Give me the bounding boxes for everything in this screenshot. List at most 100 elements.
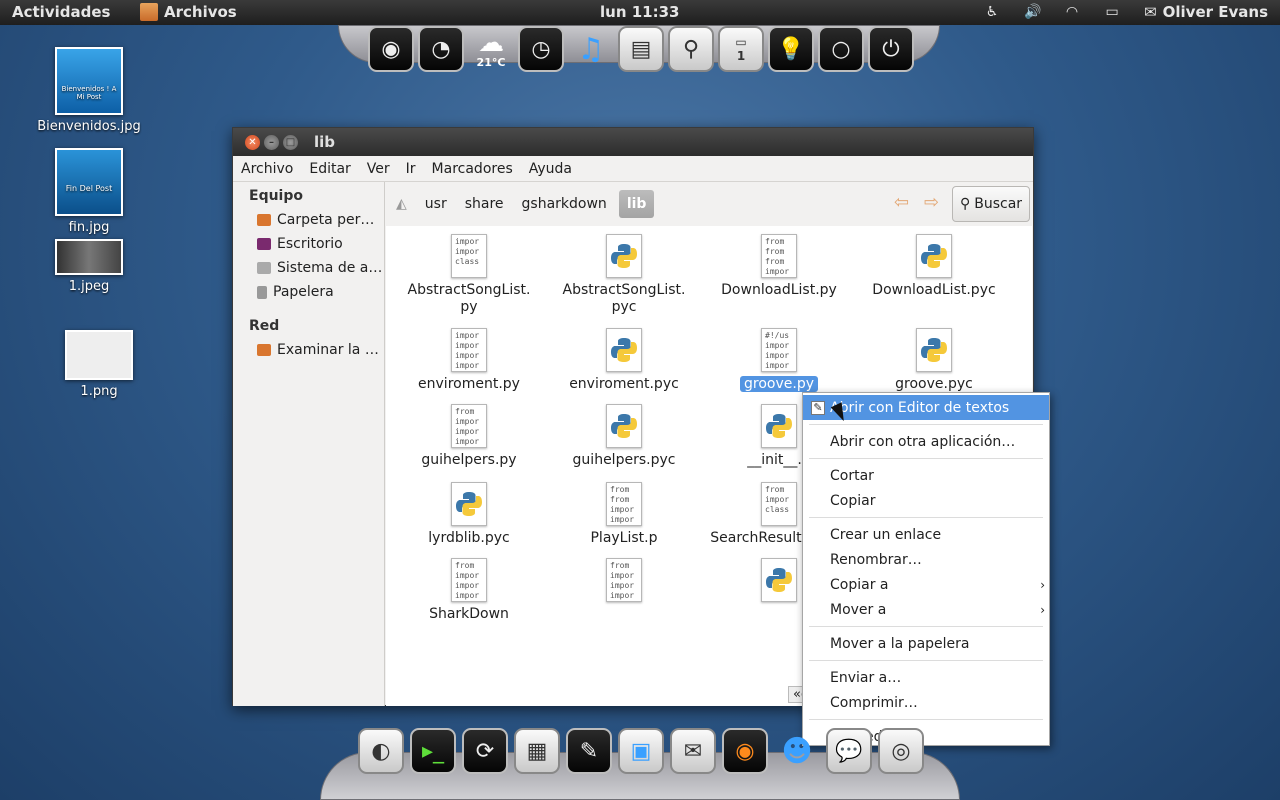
- menu-compress[interactable]: Comprimir…: [803, 690, 1049, 715]
- user-menu[interactable]: ✉ Oliver Evans: [1144, 3, 1268, 21]
- file-item[interactable]: DownloadList.pyc: [859, 234, 1009, 299]
- file-item[interactable]: impor impor class AbstractSongList. py: [394, 234, 544, 316]
- file-item[interactable]: from from impor impor PlayList.p: [549, 482, 699, 547]
- close-icon[interactable]: ✕: [245, 134, 260, 150]
- menu-move-to-trash[interactable]: Mover a la papelera: [803, 631, 1049, 656]
- camera-icon[interactable]: ◎: [878, 728, 924, 774]
- window-titlebar[interactable]: ✕ – □ lib: [233, 128, 1033, 156]
- desktop-icon-fin[interactable]: Fin Del Post fin.jpg: [34, 148, 144, 235]
- menu-create-link[interactable]: Crear un enlace: [803, 522, 1049, 547]
- menu-rename[interactable]: Renombrar…: [803, 547, 1049, 572]
- sidebar-item-home[interactable]: Carpeta per…: [233, 208, 384, 232]
- file-item[interactable]: AbstractSongList. pyc: [549, 234, 699, 316]
- file-item[interactable]: from from from impor DownloadList.py: [704, 234, 854, 299]
- activities-button[interactable]: Actividades: [12, 3, 110, 21]
- clock-icon[interactable]: ◷: [518, 26, 564, 72]
- volume-icon[interactable]: 🔊: [1024, 4, 1041, 20]
- menu-cut[interactable]: Cortar: [803, 463, 1049, 488]
- menu-send-to[interactable]: Enviar a…: [803, 665, 1049, 690]
- file-name: SharkDown: [429, 606, 509, 622]
- maximize-icon[interactable]: □: [283, 134, 298, 150]
- file-item[interactable]: from impor impor impor guihelpers.py: [394, 404, 544, 469]
- file-item[interactable]: #!/us impor impor impor groove.py: [704, 328, 854, 393]
- music-icon[interactable]: ♫: [568, 26, 614, 72]
- sidebar-item-desktop[interactable]: Escritorio: [233, 232, 384, 256]
- app-menu-button[interactable]: Archivos: [140, 3, 237, 21]
- menu-item-label: Mover a: [830, 601, 887, 618]
- chat-status-icon: ✉: [1144, 3, 1157, 21]
- file-item[interactable]: groove.pyc: [859, 328, 1009, 393]
- file-item[interactable]: lyrdblib.pyc: [394, 482, 544, 547]
- menu-move-to[interactable]: Mover a ›: [803, 597, 1049, 622]
- wifi-icon[interactable]: ◠: [1064, 4, 1080, 20]
- file-preview-line: impor: [455, 351, 480, 360]
- image-viewer-icon[interactable]: ▣: [618, 728, 664, 774]
- menu-ayuda[interactable]: Ayuda: [521, 161, 580, 177]
- file-item[interactable]: from impor impor impor SharkDown: [394, 558, 544, 623]
- forward-arrow-icon[interactable]: ⇨: [924, 192, 939, 213]
- crumb-usr[interactable]: usr: [417, 190, 455, 218]
- menu-ver[interactable]: Ver: [359, 161, 398, 177]
- weather-temp: 21°C: [476, 55, 506, 69]
- crumb-share[interactable]: share: [457, 190, 512, 218]
- file-preview-line: impor: [455, 427, 480, 436]
- circle-icon[interactable]: ○: [818, 26, 864, 72]
- weather-icon[interactable]: ☁ 21°C: [468, 26, 514, 72]
- workspace-icon[interactable]: ▭ 1: [718, 26, 764, 72]
- sidebar-item-network[interactable]: Examinar la …: [233, 338, 384, 362]
- search-icon[interactable]: ⚲: [668, 26, 714, 72]
- file-item[interactable]: guihelpers.pyc: [549, 404, 699, 469]
- firefox-icon[interactable]: ◉: [722, 728, 768, 774]
- desktop-icon-1png[interactable]: 1.png: [44, 330, 154, 399]
- robot-icon[interactable]: ☻: [774, 728, 820, 774]
- file-preview-line: impor: [455, 417, 480, 426]
- file-preview-line: from: [765, 257, 785, 266]
- file-name: DownloadList.py: [721, 282, 837, 298]
- chat-icon[interactable]: 💬: [826, 728, 872, 774]
- desktop-icon-1jpeg[interactable]: 1.jpeg: [34, 239, 144, 294]
- menu-copy-to[interactable]: Copiar a ›: [803, 572, 1049, 597]
- clock[interactable]: lun 11:33: [600, 3, 679, 21]
- sidebar-item-label: Sistema de a…: [277, 260, 383, 276]
- paint-icon[interactable]: ✎: [566, 728, 612, 774]
- files-icon[interactable]: ▦: [514, 728, 560, 774]
- chevron-right-icon: ›: [1040, 602, 1045, 617]
- speaker-icon[interactable]: ◉: [368, 26, 414, 72]
- mail-icon[interactable]: ✉: [670, 728, 716, 774]
- python-source-icon: impor impor impor impor: [451, 328, 487, 372]
- crumb-lib[interactable]: lib: [618, 190, 655, 218]
- menu-editar[interactable]: Editar: [301, 161, 358, 177]
- lightbulb-icon[interactable]: 💡: [768, 26, 814, 72]
- file-item[interactable]: fromimporimporimpor: [549, 558, 699, 606]
- desktop-icon-bienvenidos[interactable]: Bienvenidos ! A Mi Post Bienvenidos.jpg: [34, 47, 144, 134]
- power-icon[interactable]: ⏻: [868, 26, 914, 72]
- crumb-gsharkdown[interactable]: gsharkdown: [514, 190, 615, 218]
- document-icon[interactable]: ▤: [618, 26, 664, 72]
- menu-copy[interactable]: Copiar: [803, 488, 1049, 513]
- file-item[interactable]: impor impor impor impor enviroment.py: [394, 328, 544, 393]
- battery-icon[interactable]: ▭: [1104, 4, 1120, 20]
- search-button[interactable]: ⚲ Buscar: [952, 186, 1030, 222]
- update-icon[interactable]: ⟳: [462, 728, 508, 774]
- file-name: groove.pyc: [895, 376, 973, 392]
- gauge-icon[interactable]: ◔: [418, 26, 464, 72]
- menu-ir[interactable]: Ir: [398, 161, 424, 177]
- file-preview-line: impor: [765, 495, 790, 504]
- menu-archivo[interactable]: Archivo: [233, 161, 301, 177]
- sidebar-item-trash[interactable]: Papelera: [233, 280, 384, 304]
- gimp-icon[interactable]: ◐: [358, 728, 404, 774]
- file-item[interactable]: enviroment.pyc: [549, 328, 699, 393]
- menu-open-with-other[interactable]: Abrir con otra aplicación…: [803, 429, 1049, 454]
- app-menu-label: Archivos: [164, 3, 237, 21]
- files-app-icon: [140, 3, 158, 21]
- drive-crumb-icon[interactable]: ◭: [388, 190, 415, 218]
- desktop-thumb: Bienvenidos ! A Mi Post: [55, 47, 123, 115]
- menu-marcadores[interactable]: Marcadores: [424, 161, 521, 177]
- sidebar-item-filesystem[interactable]: Sistema de a…: [233, 256, 384, 280]
- back-arrow-icon[interactable]: ⇦: [894, 192, 909, 213]
- cloud-icon: ☁: [478, 27, 504, 58]
- minimize-icon[interactable]: –: [264, 134, 279, 150]
- accessibility-icon[interactable]: ♿: [984, 4, 1000, 20]
- menu-separator: [803, 715, 1049, 724]
- terminal-icon[interactable]: ▸_: [410, 728, 456, 774]
